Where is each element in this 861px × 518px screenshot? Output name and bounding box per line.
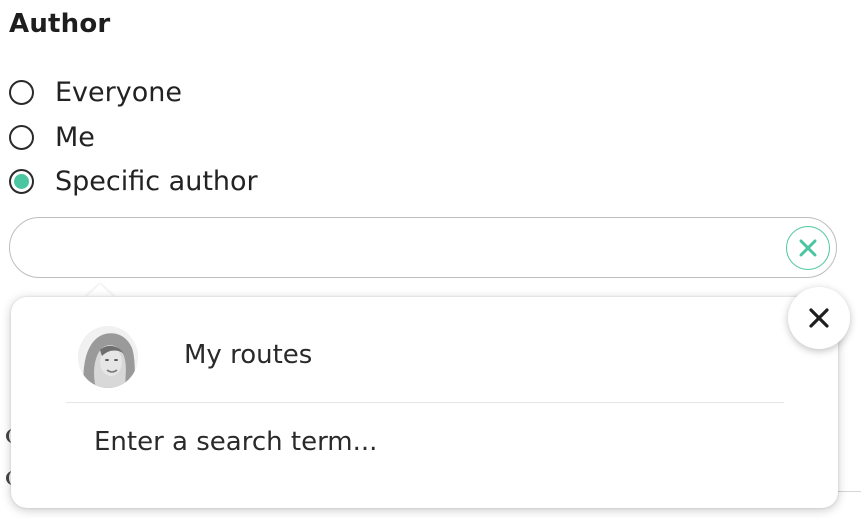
dropdown-caret [85,284,115,298]
dropdown-divider [66,402,784,403]
search-hint-text: Enter a search term... [94,427,378,457]
radio-button-me[interactable] [9,124,34,150]
radio-selected-dot [14,173,29,189]
avatar [78,326,138,388]
author-heading: Author [9,9,111,39]
radio-button-specific-author[interactable] [9,168,34,194]
author-suggestions-dropdown: My routes Enter a search term... [11,297,838,508]
author-filter-panel: Author Everyone Me Specific author My ro… [0,0,861,518]
radio-option-everyone[interactable]: Everyone [9,75,182,109]
suggestion-label: My routes [184,340,313,370]
user-avatar-image [78,326,138,388]
clear-search-button[interactable] [786,226,830,270]
close-icon [809,308,829,328]
radio-label-me: Me [55,121,95,153]
radio-label-everyone: Everyone [55,76,182,108]
radio-option-me[interactable]: Me [9,120,95,154]
radio-button-everyone[interactable] [9,79,34,105]
radio-label-specific-author: Specific author [55,165,258,197]
author-search-input[interactable] [32,230,766,268]
close-dropdown-button[interactable] [788,287,850,349]
suggestion-my-routes[interactable]: My routes [66,322,784,402]
author-search-field[interactable] [9,217,837,278]
close-icon [799,239,817,257]
radio-option-specific-author[interactable]: Specific author [9,164,258,198]
